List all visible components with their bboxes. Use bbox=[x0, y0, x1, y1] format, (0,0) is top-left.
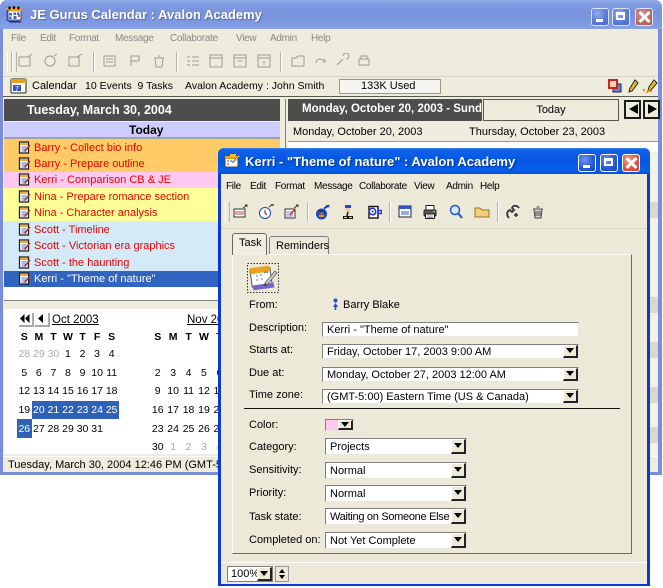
svg-text:7: 7 bbox=[15, 86, 19, 93]
